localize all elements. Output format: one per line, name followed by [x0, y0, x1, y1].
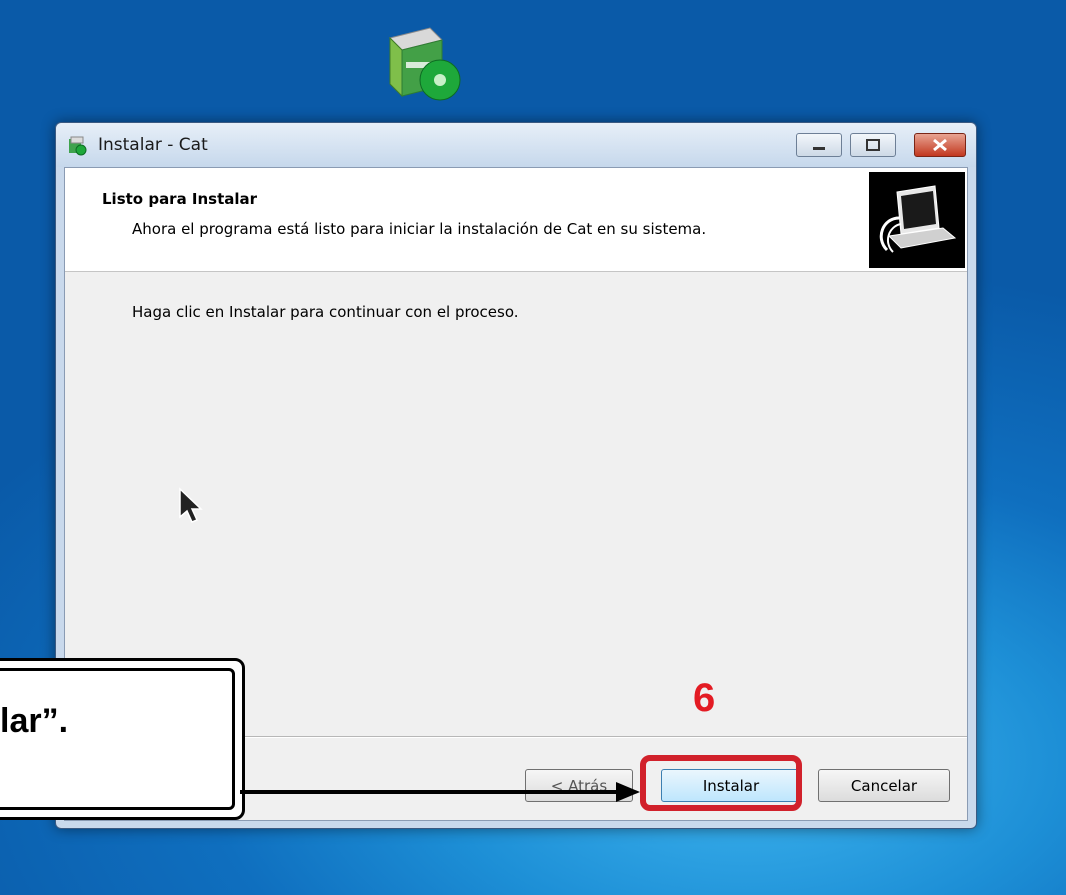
cancel-button[interactable]: Cancelar: [818, 769, 950, 802]
title-bar[interactable]: Instalar - Cat: [56, 123, 976, 167]
mouse-pointer-icon: [179, 487, 203, 523]
wizard-header: Listo para Instalar Ahora el programa es…: [65, 168, 967, 272]
computer-install-icon: [869, 172, 965, 268]
maximize-button[interactable]: [850, 133, 896, 157]
maximize-icon: [866, 139, 880, 151]
setup-box-cd-icon[interactable]: [380, 18, 470, 108]
instruction-text: Haga clic en Instalar para continuar con…: [132, 303, 519, 321]
step-number: 6: [693, 676, 716, 720]
page-title: Listo para Instalar: [102, 190, 258, 208]
installer-icon: [69, 136, 87, 156]
callout-text: lar”.: [0, 702, 69, 740]
minimize-icon: [813, 147, 825, 150]
close-button[interactable]: [914, 133, 966, 157]
page-subtitle: Ahora el programa está listo para inicia…: [132, 220, 707, 238]
window-title: Instalar - Cat: [98, 135, 208, 155]
minimize-button[interactable]: [796, 133, 842, 157]
pointer-arrow-icon: [240, 782, 640, 802]
close-icon: [933, 138, 947, 152]
install-highlight-box: [640, 755, 802, 811]
